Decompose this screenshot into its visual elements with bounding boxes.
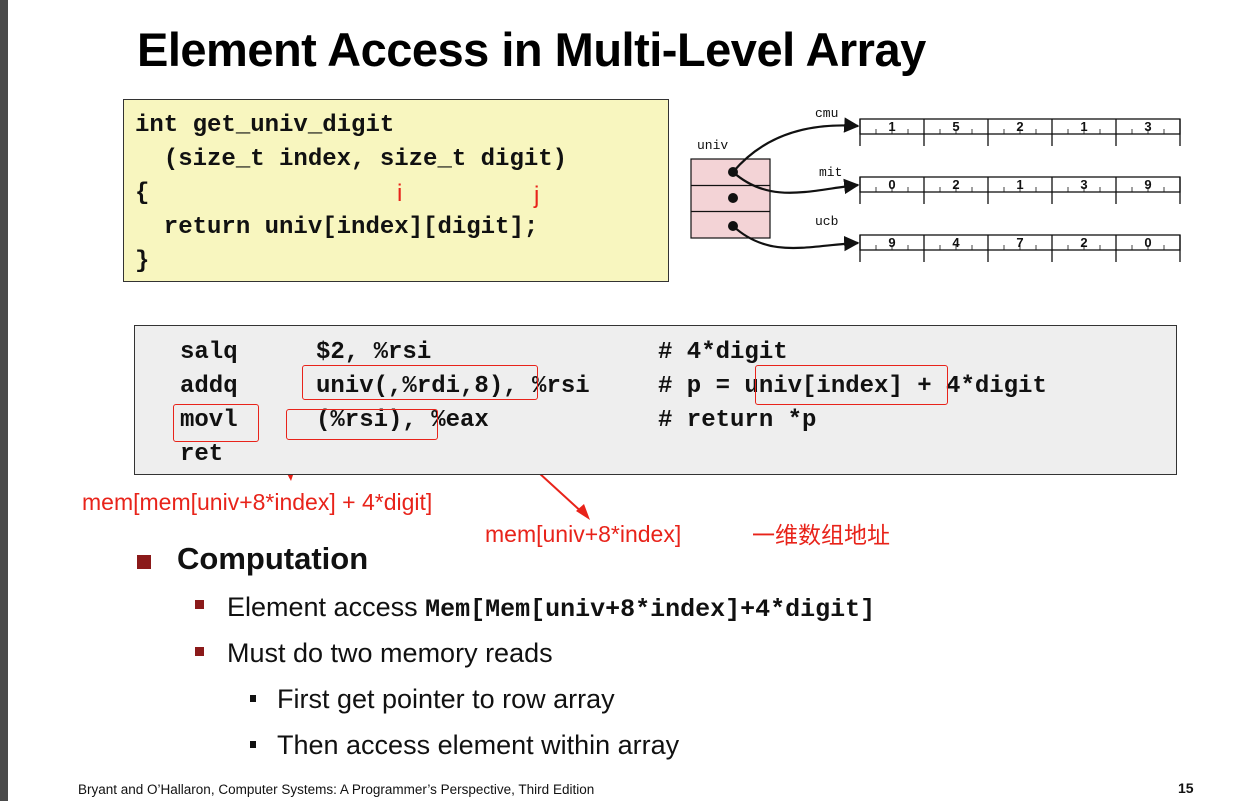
asm-op-4: ret [180, 441, 224, 468]
footer-citation: Bryant and O’Hallaron, Computer Systems:… [78, 782, 595, 797]
digit-ucb-2: 7 [1016, 235, 1023, 250]
assembly-box [134, 325, 1177, 475]
bullet-computation: Computation [177, 541, 369, 576]
digit-mit-2: 1 [1016, 177, 1023, 192]
digit-ucb-4: 0 [1144, 235, 1151, 250]
page-number: 15 [1178, 780, 1194, 796]
bullet-square-l2a [195, 600, 204, 609]
digit-ucb-1: 4 [952, 235, 960, 250]
digit-cmu-0: 1 [888, 119, 895, 134]
asm-comment-1: # 4*digit [658, 339, 788, 366]
highlight-rsi-deref [286, 409, 438, 440]
digit-mit-1: 2 [952, 177, 959, 192]
bullet-square-l2b [195, 647, 204, 656]
element-access-code: Mem[Mem[univ+8*index]+4*digit] [425, 595, 876, 624]
digit-cmu-3: 1 [1080, 119, 1087, 134]
digit-ucb-0: 9 [888, 235, 895, 250]
highlight-univ-index [755, 365, 948, 405]
bullet-square-l3a [250, 695, 256, 702]
digit-mit-3: 3 [1080, 177, 1087, 192]
digit-cmu-1: 5 [952, 119, 959, 134]
asm-comment-3: # return *p [658, 407, 817, 434]
digit-cmu-2: 2 [1016, 119, 1023, 134]
highlight-movl [173, 404, 259, 442]
chinese-annotation: 一维数组地址 [752, 522, 890, 548]
asm-op-2: addq [180, 373, 238, 400]
bullet-element-access: Element access Mem[Mem[univ+8*index]+4*d… [227, 592, 875, 624]
bullet-square-l1 [137, 555, 151, 569]
digit-cmu-4: 3 [1144, 119, 1151, 134]
movl-annotation: mem[mem[univ+8*index] + 4*digit] [82, 489, 433, 515]
asm-op-1: salq [180, 339, 238, 366]
digit-mit-4: 9 [1144, 177, 1151, 192]
bullet-square-l3b [250, 741, 256, 748]
asm-args-1: $2, %rsi [316, 339, 432, 366]
digit-ucb-3: 2 [1080, 235, 1087, 250]
digit-mit-0: 0 [888, 177, 895, 192]
bullet-first: First get pointer to row array [277, 684, 615, 714]
highlight-univ-addr [302, 365, 538, 400]
bullet-two-reads: Must do two memory reads [227, 638, 553, 668]
element-access-text: Element access [227, 592, 426, 622]
bullet-then: Then access element within array [277, 730, 680, 760]
addr-annotation: mem[univ+8*index] [485, 521, 682, 547]
pointer-dot-1 [728, 193, 738, 203]
